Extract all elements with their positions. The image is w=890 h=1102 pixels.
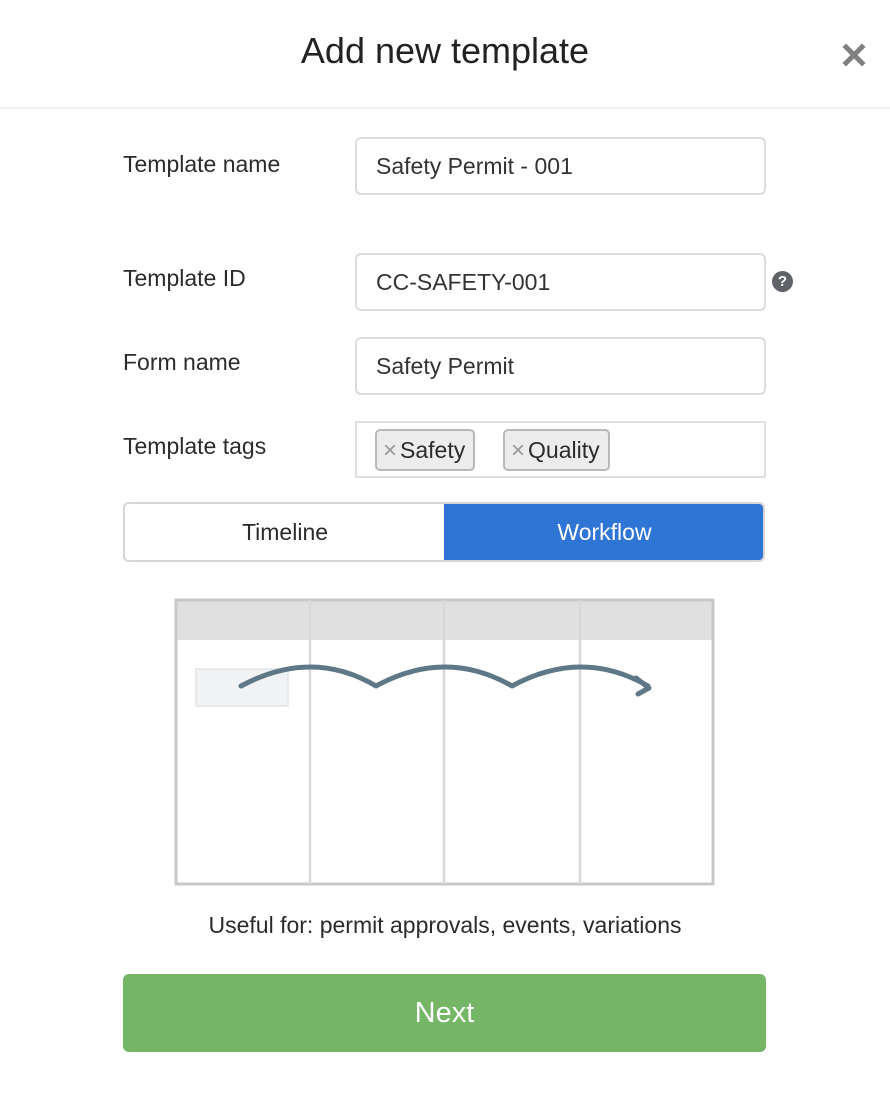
- template-id-label: Template ID: [123, 265, 246, 291]
- tag-label: Safety: [400, 437, 466, 463]
- template-type-description: Useful for: permit approvals, events, va…: [208, 912, 682, 938]
- dialog-title: Add new template: [300, 30, 590, 71]
- remove-tag-icon[interactable]: ×: [511, 437, 525, 464]
- next-button[interactable]: Next: [123, 974, 766, 1052]
- workflow-illustration: [174, 598, 715, 886]
- template-name-label: Template name: [123, 151, 281, 177]
- template-id-input[interactable]: CC-SAFETY-001: [355, 253, 766, 311]
- tab-timeline[interactable]: Timeline: [125, 504, 445, 560]
- form-name-input[interactable]: Safety Permit: [355, 337, 766, 395]
- question-circle-icon[interactable]: ?: [772, 271, 793, 292]
- tag-chip: × Safety: [375, 429, 476, 471]
- template-tags-input[interactable]: × Safety × Quality: [355, 421, 766, 478]
- tag-chip: × Quality: [503, 429, 610, 471]
- close-icon[interactable]: [841, 42, 867, 68]
- tag-label: Quality: [528, 437, 600, 463]
- template-tags-label: Template tags: [123, 433, 267, 459]
- arrow-head-icon: [633, 675, 652, 697]
- form-name-label: Form name: [123, 349, 241, 375]
- remove-tag-icon[interactable]: ×: [383, 437, 397, 464]
- dialog-header: Add new template: [0, 0, 890, 109]
- tab-workflow[interactable]: Workflow: [444, 504, 763, 560]
- template-name-input[interactable]: Safety Permit - 001: [355, 137, 766, 195]
- template-type-toggle: Timeline Workflow: [123, 502, 765, 562]
